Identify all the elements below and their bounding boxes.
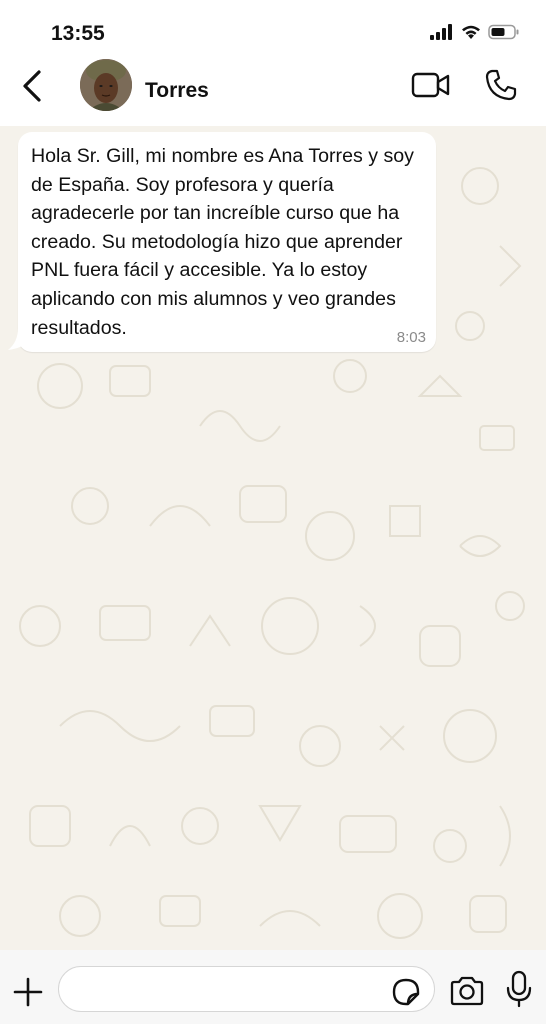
status-time: 13:55 [51,22,105,45]
message-text: Hola Sr. Gill, mi nombre es Ana Torres y… [31,145,414,339]
microphone-button[interactable] [506,970,532,1008]
phone-icon [484,68,518,102]
contact-name[interactable]: Torres [145,79,209,103]
camera-icon [449,975,485,1007]
voice-call-button[interactable] [484,68,518,102]
cellular-signal-icon [430,24,454,40]
chevron-left-icon [18,68,48,104]
battery-icon [488,24,520,40]
message-input[interactable] [58,966,435,1012]
sticker-icon [391,977,421,1007]
sticker-button[interactable] [391,977,421,1007]
wifi-icon [461,24,481,40]
message-timestamp: 8:03 [396,329,426,347]
back-button[interactable] [18,68,48,104]
video-camera-icon [411,70,451,100]
camera-button[interactable] [449,975,485,1007]
bubble-tail [8,328,28,350]
plus-icon [12,976,44,1008]
microphone-icon [506,970,532,1008]
video-call-button[interactable] [411,70,451,100]
attach-button[interactable] [12,976,44,1008]
message-bubble[interactable]: Hola Sr. Gill, mi nombre es Ana Torres y… [18,132,436,353]
contact-avatar[interactable] [80,59,132,111]
status-icons [430,24,520,40]
chat-header: Torres [0,56,546,126]
status-bar: 13:55 [0,0,546,60]
input-bar [0,950,546,1024]
chat-area[interactable]: Hola Sr. Gill, mi nombre es Ana Torres y… [0,126,546,950]
